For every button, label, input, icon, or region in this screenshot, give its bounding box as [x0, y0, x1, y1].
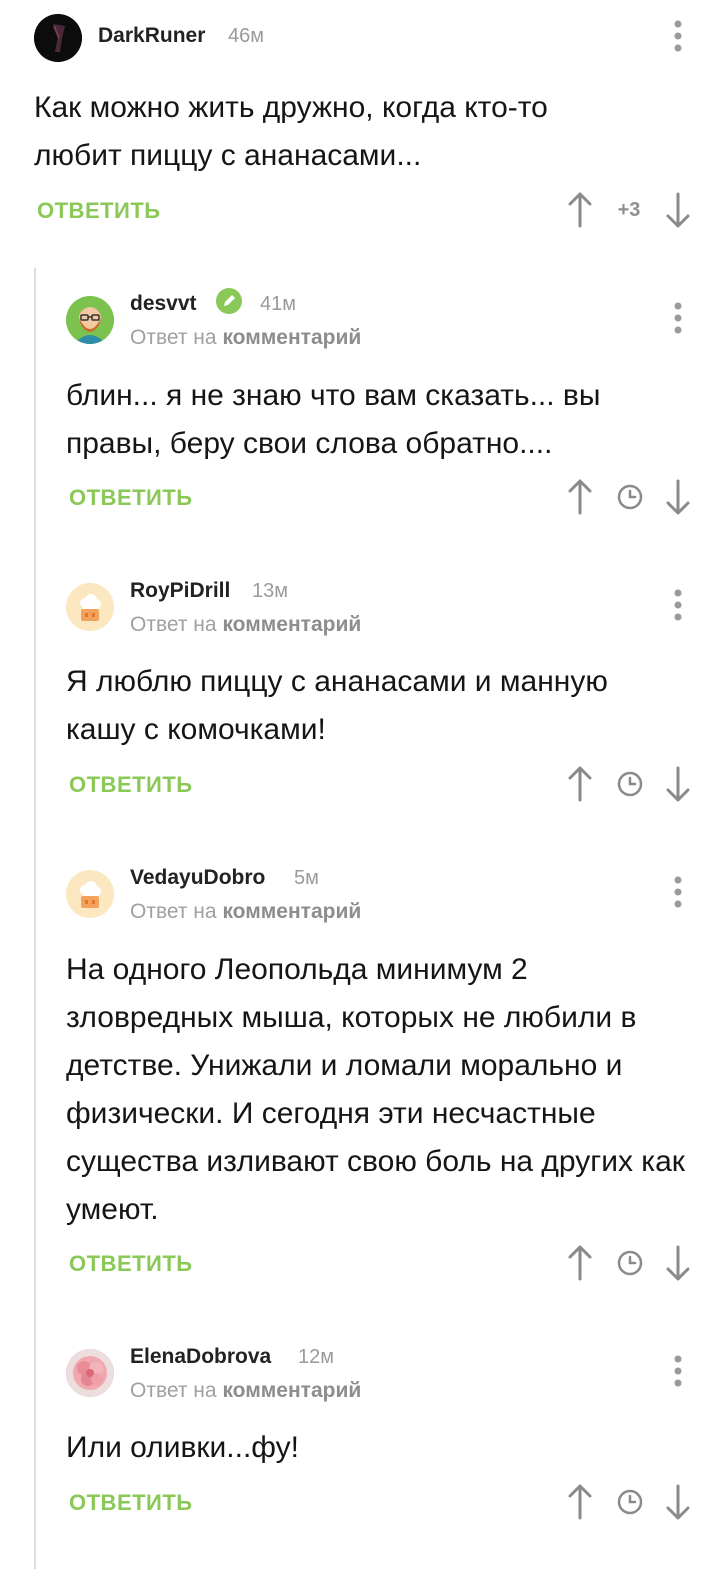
upvote-arrow-icon[interactable] [567, 477, 593, 517]
upvote-arrow-icon[interactable] [567, 1482, 593, 1522]
comment-author[interactable]: desvvt [130, 292, 197, 316]
comment-text: Как можно жить дружно, когда кто-то люби… [34, 91, 548, 172]
reply-to-prefix: Ответ на [130, 1379, 217, 1402]
more-options-icon[interactable] [668, 16, 688, 56]
comment-time: 46м [228, 25, 264, 47]
pink-flower-avatar-icon [66, 1349, 114, 1397]
comment-text: блин... я не знаю что вам сказать... вы … [66, 379, 601, 460]
clock-icon[interactable] [617, 771, 643, 797]
downvote-arrow-icon[interactable] [665, 477, 691, 517]
more-options-icon[interactable] [668, 585, 688, 625]
reply-to-link[interactable]: комментарий [222, 1379, 361, 1402]
upvote-arrow-icon[interactable] [567, 764, 593, 804]
reply-to-prefix: Ответ на [130, 326, 217, 349]
comment-text: Я люблю пиццу с ананасами и манную кашу … [66, 665, 608, 746]
chef-hat-avatar-icon [66, 583, 114, 631]
reply-to-line: Ответ на комментарий [130, 613, 361, 637]
reply-to-link[interactable]: комментарий [222, 900, 361, 923]
avatar[interactable] [34, 14, 82, 62]
reply-to-link[interactable]: комментарий [222, 326, 361, 349]
comment-author[interactable]: ElenaDobrova [130, 1345, 271, 1369]
avatar[interactable] [66, 1349, 114, 1397]
more-options-icon[interactable] [668, 298, 688, 338]
reply-button[interactable]: ОТВЕТИТЬ [69, 772, 193, 798]
comment-text: На одного Леопольда минимум 2 зловредных… [66, 953, 685, 1226]
comment-author[interactable]: VedayuDobro [130, 866, 265, 890]
clock-icon[interactable] [617, 484, 643, 510]
clock-icon[interactable] [617, 1489, 643, 1515]
comment-time: 12м [298, 1346, 334, 1368]
comment-time: 13м [252, 580, 288, 602]
reply-button[interactable]: ОТВЕТИТЬ [69, 1490, 193, 1516]
reply-to-prefix: Ответ на [130, 613, 217, 636]
reply-to-line: Ответ на комментарий [130, 1379, 361, 1403]
comment-time: 5м [294, 867, 319, 889]
downvote-arrow-icon[interactable] [665, 1243, 691, 1283]
upvote-arrow-icon[interactable] [567, 1243, 593, 1283]
more-options-icon[interactable] [668, 1351, 688, 1391]
more-options-icon[interactable] [668, 872, 688, 912]
clock-icon[interactable] [617, 1250, 643, 1276]
bearded-man-avatar-icon [66, 296, 114, 344]
downvote-arrow-icon[interactable] [665, 764, 691, 804]
avatar[interactable] [66, 296, 114, 344]
comment-author[interactable]: RoyPiDrill [130, 579, 230, 603]
comment-time: 41м [260, 293, 296, 315]
pencil-badge-icon [215, 287, 243, 315]
reply-to-link[interactable]: комментарий [222, 613, 361, 636]
reply-to-line: Ответ на комментарий [130, 326, 361, 350]
avatar[interactable] [66, 870, 114, 918]
downvote-arrow-icon[interactable] [665, 190, 691, 230]
downvote-arrow-icon[interactable] [665, 1482, 691, 1522]
comment-text: Или оливки...фу! [66, 1431, 299, 1464]
thread-line [34, 268, 36, 1569]
reply-button[interactable]: ОТВЕТИТЬ [37, 198, 161, 224]
reply-to-line: Ответ на комментарий [130, 900, 361, 924]
reply-button[interactable]: ОТВЕТИТЬ [69, 485, 193, 511]
comment-author[interactable]: DarkRuner [98, 24, 205, 48]
chef-hat-avatar-icon [66, 870, 114, 918]
reply-button[interactable]: ОТВЕТИТЬ [69, 1251, 193, 1277]
reply-to-prefix: Ответ на [130, 900, 217, 923]
dark-figure-avatar-icon [34, 14, 82, 62]
rating-value: +3 [617, 199, 641, 221]
avatar[interactable] [66, 583, 114, 631]
upvote-arrow-icon[interactable] [567, 190, 593, 230]
